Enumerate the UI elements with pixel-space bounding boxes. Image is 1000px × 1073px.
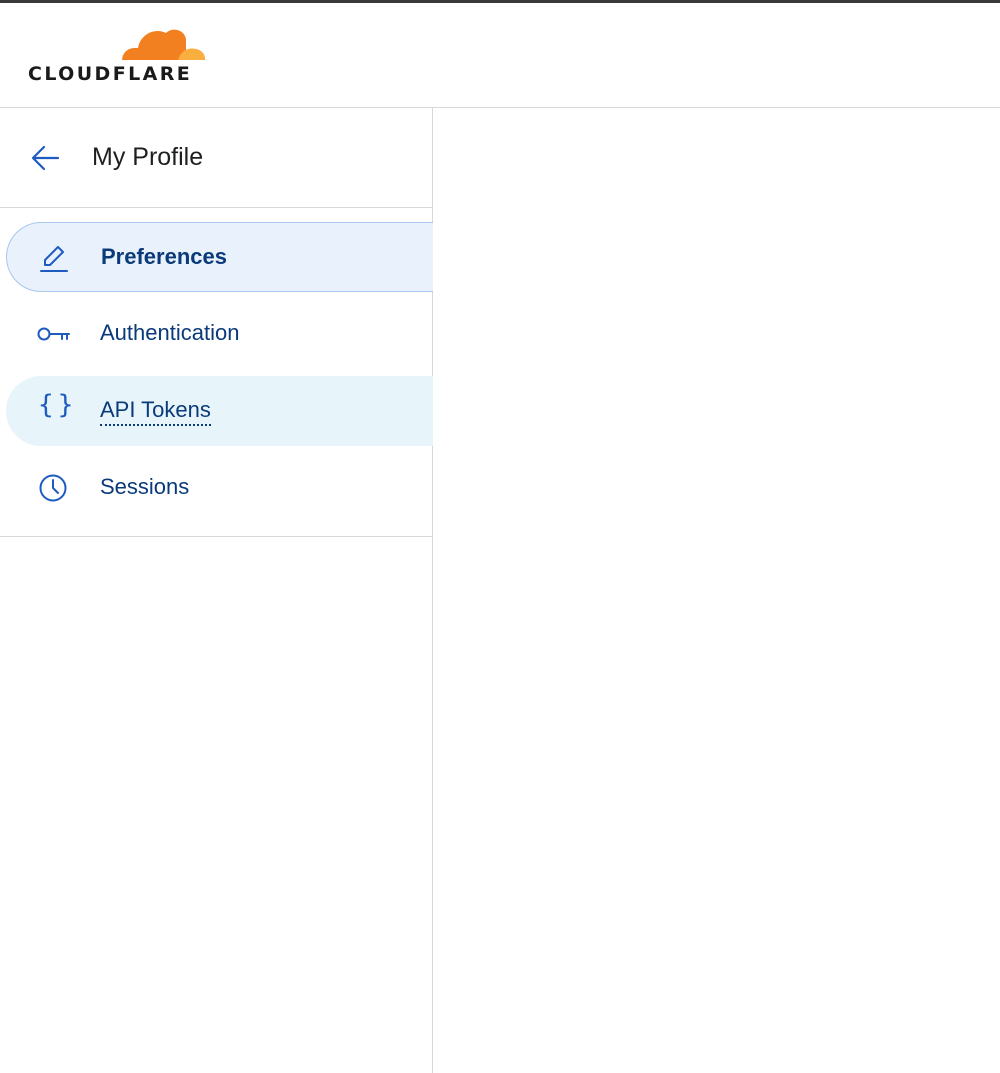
nav-label-api-tokens: API Tokens [100,397,211,426]
nav-label-preferences: Preferences [101,244,227,269]
back-arrow-icon[interactable] [30,143,62,173]
logo-wordmark: CLOUDFLARE [28,63,193,85]
cloud-logo-icon [118,29,206,63]
main-content-area [434,108,1000,1073]
nav-item-sessions[interactable]: Sessions [6,453,433,523]
profile-nav: Preferences Authentication {} API Tokens… [0,208,433,537]
profile-sidebar: My Profile Preferences Authentication {}… [0,108,433,1073]
braces-icon: {} [38,390,78,420]
nav-item-api-tokens[interactable]: {} API Tokens [6,376,433,446]
nav-item-authentication[interactable]: Authentication [6,299,433,369]
cloudflare-logo[interactable]: CLOUDFLARE [28,21,218,89]
nav-label-authentication: Authentication [100,320,240,345]
key-icon [37,327,70,341]
page-title: My Profile [92,143,204,171]
pencil-icon [40,246,68,272]
nav-label-sessions: Sessions [100,474,190,499]
top-header: CLOUDFLARE [0,3,1000,108]
profile-header: My Profile [0,108,432,208]
nav-item-preferences[interactable]: Preferences [6,222,433,292]
clock-icon [39,474,67,502]
